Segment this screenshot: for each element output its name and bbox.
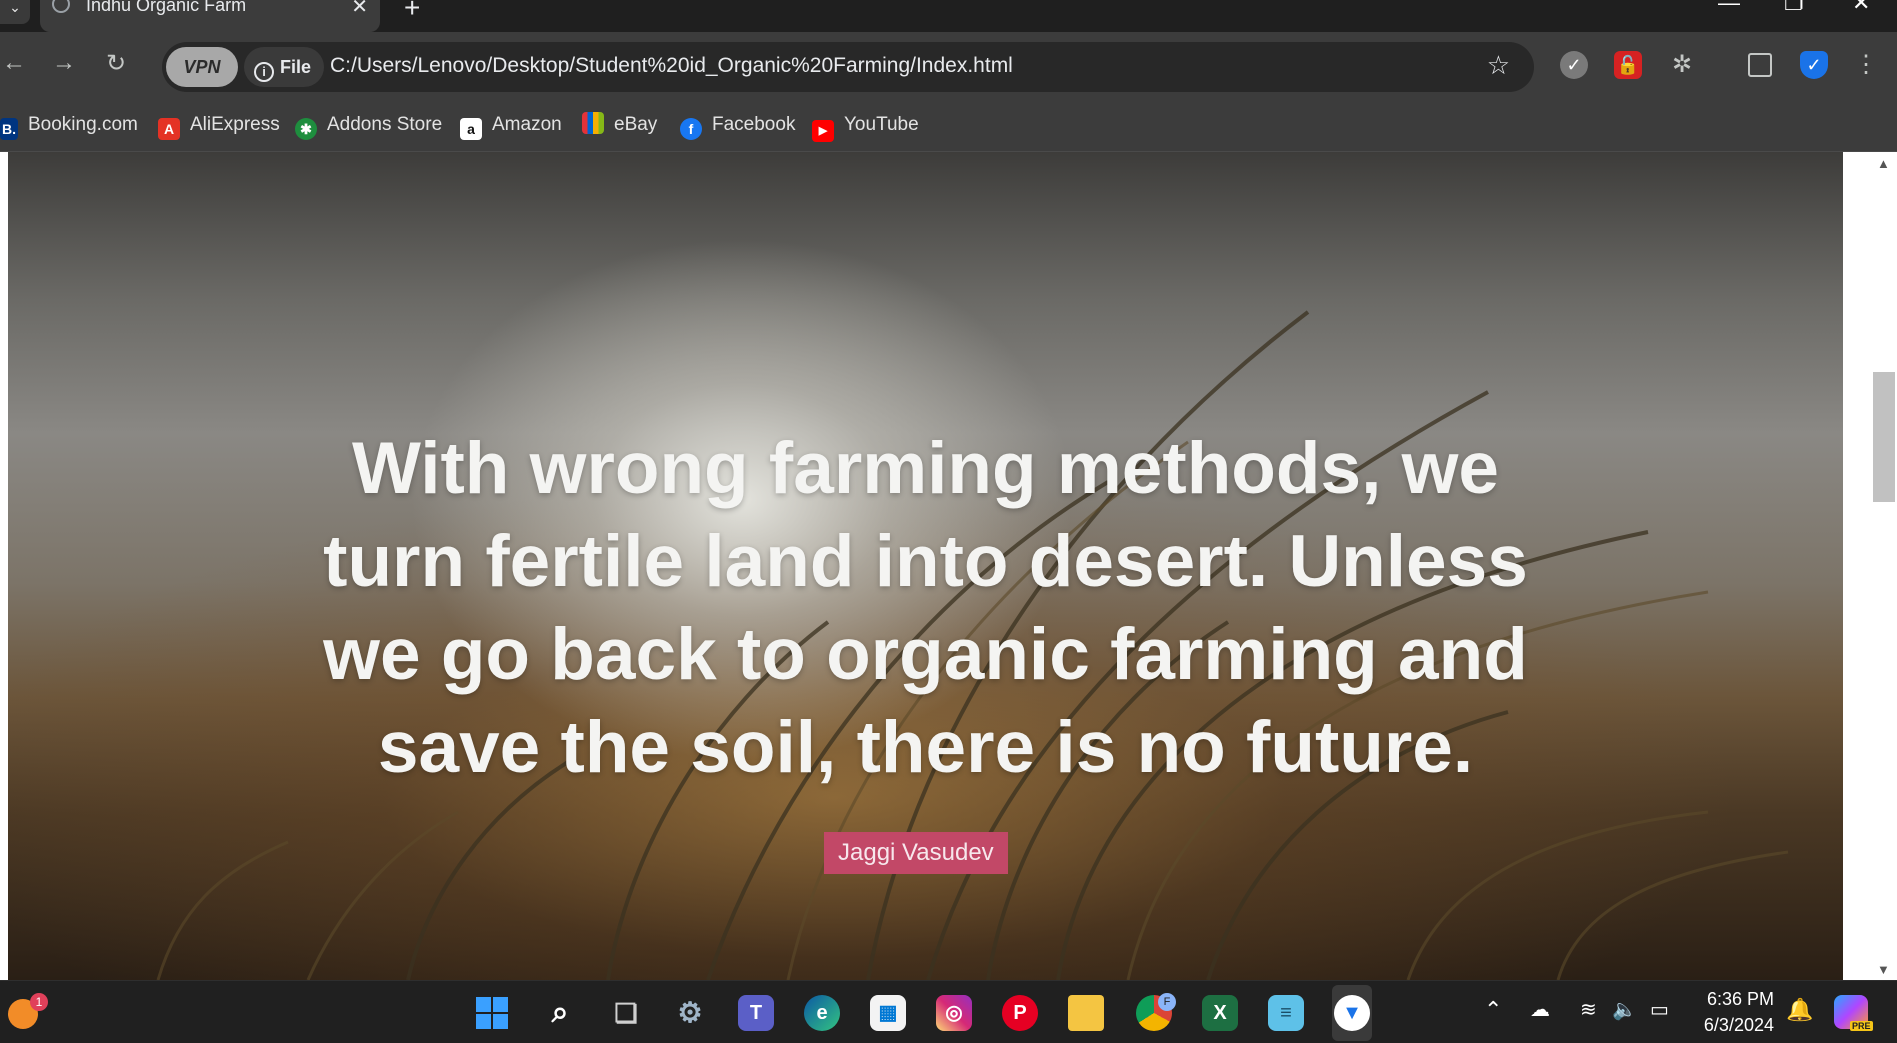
vpn-button[interactable]: VPN [166,47,238,87]
settings-gear-icon[interactable]: ⚙ [672,995,708,1031]
notepad-icon[interactable]: ≡ [1268,995,1304,1031]
bookmark-aliexpress[interactable]: A AliExpress [158,112,280,140]
booking-icon: B. [0,118,18,140]
tab-title: Indhu Organic Farm [86,0,247,15]
notification-count-badge: 1 [30,993,48,1011]
browser-toolbar: ← → ↻ VPN i File C:/Users/Lenovo/Desktop/… [0,32,1897,102]
back-icon[interactable]: ← [2,49,26,77]
bookmark-booking[interactable]: B. Booking.com [0,112,138,140]
bookmark-youtube[interactable]: ▶ YouTube [812,112,919,142]
tab-strip: ⌄ Indhu Organic Farm ✕ + — ❐ ✕ [0,0,1897,32]
close-window-icon[interactable]: ✕ [1852,0,1870,16]
chevron-up-icon[interactable]: ⌃ [1484,997,1502,1023]
facebook-icon: f [680,118,702,140]
browser-tab[interactable]: Indhu Organic Farm ✕ [40,0,380,32]
bookmark-label: AliExpress [190,114,280,135]
teams-icon[interactable]: T [738,995,774,1031]
search-icon[interactable]: ⌕ [542,995,578,1031]
new-tab-button[interactable]: + [404,0,420,24]
hero-quote: With wrong farming methods, we turn fert… [323,428,1528,788]
shield-extension-icon[interactable]: ✓ [1560,51,1588,79]
aliexpress-icon: A [158,118,180,140]
bookmark-label: YouTube [844,114,919,135]
address-bar[interactable]: VPN i File C:/Users/Lenovo/Desktop/Studen… [162,42,1534,92]
onedrive-cloud-icon[interactable]: ☁ [1530,997,1550,1022]
file-explorer-icon[interactable] [1068,995,1104,1031]
page-viewport: With wrong farming methods, we turn fert… [0,152,1897,980]
info-icon: i [254,62,274,82]
site-info-button[interactable]: i File [244,47,324,87]
wifi-icon[interactable]: ≋ [1580,997,1597,1022]
bookmark-label: Addons Store [327,114,443,135]
amazon-icon: a [460,118,482,140]
side-panel-icon[interactable] [1748,53,1772,77]
tab-search-button[interactable]: ⌄ [0,0,30,24]
bookmark-amazon[interactable]: a Amazon [460,112,562,140]
extensions-puzzle-icon[interactable]: ✲ [1668,51,1696,79]
lock-extension-icon[interactable]: 🔓 [1614,51,1642,79]
file-chip-label: File [280,57,312,77]
bitwarden-shield-icon[interactable]: ✓ [1800,51,1828,79]
microsoft-store-icon[interactable]: ▦ [870,995,906,1031]
bookmark-facebook[interactable]: f Facebook [680,112,796,140]
bookmark-star-icon[interactable]: ☆ [1487,50,1510,81]
volume-icon[interactable]: 🔈 [1612,997,1637,1022]
bookmark-label: Amazon [492,114,562,135]
scrollbar-thumb[interactable] [1873,372,1895,502]
tab-close-button[interactable]: ✕ [351,0,368,19]
minimize-icon[interactable]: — [1718,0,1740,16]
bookmark-label: Facebook [712,114,796,135]
scroll-down-arrow-icon[interactable]: ▼ [1877,962,1890,977]
task-view-icon[interactable]: ❏ [608,995,644,1031]
url-text[interactable]: C:/Users/Lenovo/Desktop/Student%20id_Org… [330,54,1013,78]
quote-container: With wrong farming methods, we turn fert… [8,422,1843,794]
edge-icon[interactable]: e [804,995,840,1031]
addons-store-icon: ✱ [295,118,317,140]
globe-icon [52,0,70,13]
vpn-browser-icon[interactable]: ▼ [1334,995,1370,1031]
clock-date[interactable]: 6/3/2024 [1694,1015,1774,1036]
clock-time[interactable]: 6:36 PM [1694,989,1774,1010]
scroll-up-arrow-icon[interactable]: ▲ [1877,156,1890,171]
chrome-profile-badge: F [1158,993,1176,1011]
bookmark-label: Booking.com [28,114,138,135]
battery-icon[interactable]: ▭ [1650,997,1669,1022]
menu-kebab-icon[interactable]: ⋮ [1852,51,1880,79]
ebay-icon [582,112,604,134]
pinterest-icon[interactable]: P [1002,995,1038,1031]
reload-icon[interactable]: ↻ [106,49,126,78]
copilot-preview-badge: PRE [1850,1021,1873,1031]
instagram-icon[interactable]: ◎ [936,995,972,1031]
hero-banner: With wrong farming methods, we turn fert… [8,152,1843,980]
bookmarks-bar: B. Booking.com A AliExpress ✱ Addons Store … [0,102,1897,152]
bookmark-ebay[interactable]: eBay [582,112,657,138]
quote-author-badge: Jaggi Vasudev [824,832,1008,874]
excel-icon[interactable]: X [1202,995,1238,1031]
taskbar: 1 ⌕ ❏ ⚙ T e ▦ ◎ P F X ≡ ▼ ⌃ ☁ ≋ 🔈 ▭ 6:36… [0,980,1897,1043]
bookmark-label: eBay [614,114,658,135]
restore-icon[interactable]: ❐ [1784,0,1804,16]
windows-start-icon[interactable] [474,995,510,1031]
forward-icon[interactable]: → [52,49,76,77]
bookmark-addons-store[interactable]: ✱ Addons Store [295,112,443,140]
youtube-icon: ▶ [812,120,834,142]
notification-bell-icon[interactable]: 🔔 [1786,997,1813,1023]
page-scrollbar[interactable]: ▲ ▼ [1843,152,1897,980]
